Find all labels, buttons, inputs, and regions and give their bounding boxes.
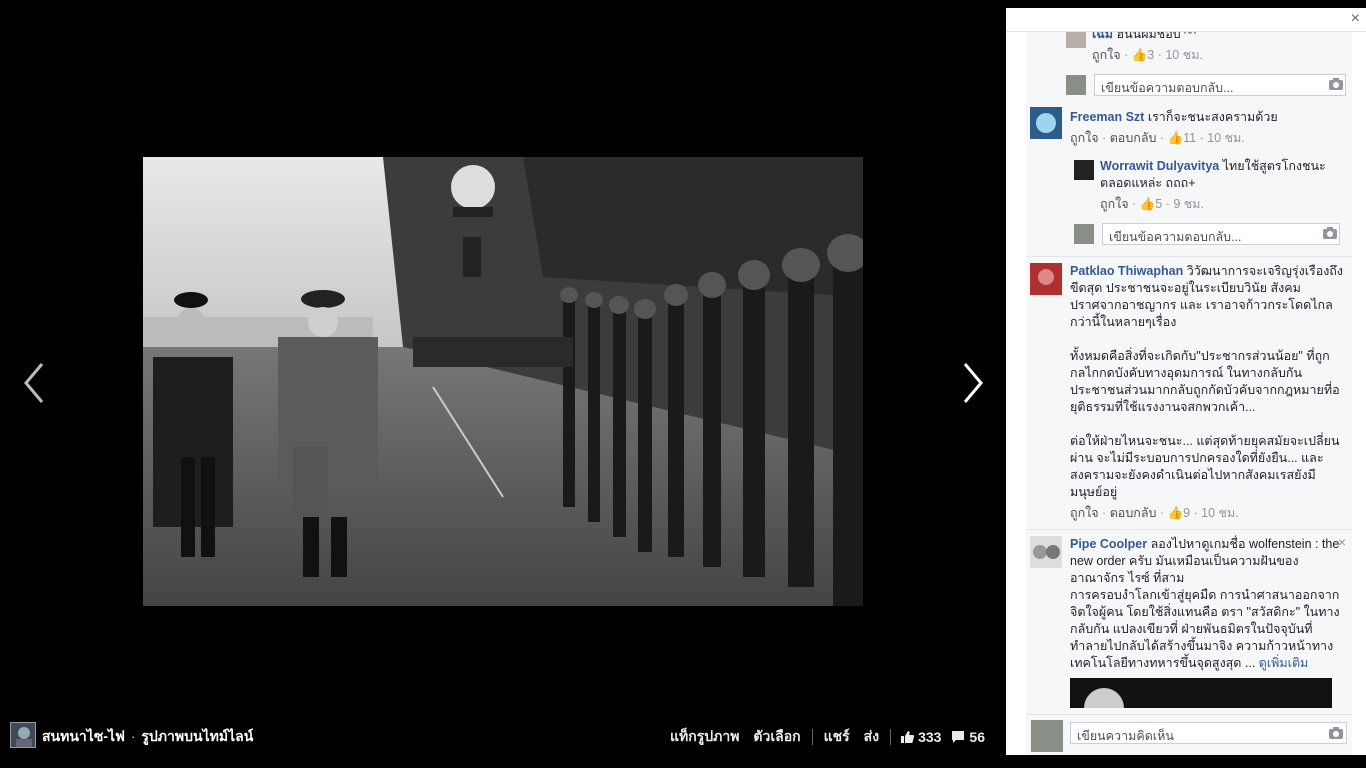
timestamp[interactable]: 10 ชม. [1207, 131, 1245, 145]
panel-header: × [1006, 8, 1366, 32]
reply-item: Worrawit Dulyavitya ไทยใช้สูตรโกงชนะตลอด… [1070, 154, 1346, 218]
comment-paragraph: ทั้งหมดคือสิ่งที่จะเกิดกับ"ประชากรส่วนน้… [1070, 349, 1340, 414]
like-count[interactable]: 11 [1183, 131, 1196, 145]
likes-count[interactable]: 333 [895, 729, 946, 745]
photo-owner-info: สนทนาไซ-ไฟ · รูปภาพบนไทม์ไลน์ [42, 726, 253, 748]
commenter-name[interactable]: Pipe Coolper [1070, 537, 1147, 551]
comments-list[interactable]: เฉิม ฮันนีผมชอบ ^^ ถูกใจ · 👍3 · 10 ชม. เ… [1026, 32, 1352, 714]
commenter-name[interactable]: เฉิม [1092, 32, 1113, 41]
photo-bottom-bar: สนทนาไซ-ไฟ · รูปภาพบนไทม์ไลน์ แท็กรูปภาพ… [0, 715, 1006, 755]
comment-text: ฮันนีผมชอบ ^^ [1113, 32, 1196, 41]
camera-icon[interactable] [1322, 226, 1338, 240]
reply-item: เฉิม ฮันนีผมชอบ ^^ ถูกใจ · 👍3 · 10 ชม. [1062, 32, 1352, 69]
like-count-icon: 👍 [1139, 197, 1156, 211]
comment-input[interactable]: เขียนความคิดเห็น [1070, 722, 1347, 744]
comment-body: Patklao Thiwaphan วิวัฒนาการจะเจริญรุ่งเ… [1070, 263, 1346, 331]
close-icon[interactable]: × [1351, 10, 1360, 28]
viewer-avatar [1066, 75, 1086, 95]
separator: · [130, 728, 136, 744]
camera-icon[interactable] [1328, 726, 1344, 740]
comment-icon [952, 731, 965, 743]
like-link[interactable]: ถูกใจ [1100, 197, 1129, 211]
comment-item: Patklao Thiwaphan วิวัฒนาการจะเจริญรุ่งเ… [1026, 257, 1352, 530]
options-button[interactable]: ตัวเลือก [746, 726, 807, 748]
page-avatar[interactable] [10, 722, 36, 748]
moon-shape [1084, 688, 1124, 708]
comment-body: Pipe Coolper ลองไปหาดูเกมชื่อ wolfenstei… [1070, 536, 1346, 587]
commenter-avatar[interactable] [1030, 107, 1062, 139]
comments-number: 56 [969, 729, 985, 745]
like-count[interactable]: 9 [1183, 506, 1190, 520]
like-link[interactable]: ถูกใจ [1070, 506, 1099, 520]
comment-meta: ถูกใจ · 👍5 · 9 ชม. [1100, 197, 1204, 211]
reply-body: Worrawit Dulyavitya ไทยใช้สูตรโกงชนะตลอด… [1100, 158, 1342, 192]
photo-viewer-stage: สนทนาไซ-ไฟ · รูปภาพบนไทม์ไลน์ แท็กรูปภาพ… [0, 0, 1006, 768]
commenter-name[interactable]: Freeman Szt [1070, 110, 1144, 124]
chevron-left-icon [24, 363, 44, 403]
commenter-name[interactable]: Patklao Thiwaphan [1070, 264, 1183, 278]
like-count-icon: 👍 [1131, 48, 1148, 62]
reply-body: เฉิม ฮันนีผมชอบ ^^ [1092, 32, 1348, 43]
tag-photo-button[interactable]: แท็กรูปภาพ [663, 726, 746, 748]
like-count-icon: 👍 [1167, 506, 1184, 520]
timestamp[interactable]: 10 ชม. [1201, 506, 1239, 520]
next-photo-button[interactable] [953, 358, 993, 408]
divider [890, 729, 892, 745]
comment-item: × Pipe Coolper ลองไปหาดูเกมชื่อ wolfenst… [1026, 530, 1352, 714]
comment-body: Freeman Szt เราก็จะชนะสงครามด้วย [1070, 109, 1346, 126]
reply-composer: เขียนข้อความตอบกลับ... [1062, 73, 1352, 99]
likes-number: 333 [918, 729, 942, 745]
main-photo[interactable] [143, 157, 863, 606]
reply-link[interactable]: ตอบกลับ [1110, 131, 1157, 145]
comments-count[interactable]: 56 [946, 729, 990, 745]
comment-composer: เขียนความคิดเห็น [1026, 714, 1352, 755]
comments-panel: × เฉิม ฮันนีผมชอบ ^^ ถูกใจ · 👍3 · 10 ชม.… [1006, 8, 1366, 755]
reply-composer: เขียนข้อความตอบกลับ... [1070, 222, 1346, 248]
like-count-icon: 👍 [1167, 131, 1184, 145]
comment-meta: ถูกใจ · ตอบกลับ · 👍11 · 10 ชม. [1070, 131, 1245, 145]
camera-icon[interactable] [1328, 77, 1344, 91]
share-button[interactable]: แชร์ [817, 726, 857, 748]
hide-comment-icon[interactable]: × [1338, 534, 1346, 550]
comment-meta: ถูกใจ · ตอบกลับ · 👍9 · 10 ชม. [1070, 506, 1239, 520]
send-button[interactable]: ส่ง [857, 726, 886, 748]
like-count[interactable]: 5 [1155, 197, 1162, 211]
like-link[interactable]: ถูกใจ [1070, 131, 1099, 145]
like-link[interactable]: ถูกใจ [1092, 48, 1121, 62]
photo-actions: แท็กรูปภาพ ตัวเลือก แชร์ ส่ง 333 56 [663, 726, 990, 748]
comment-text: เราก็จะชนะสงครามด้วย [1144, 110, 1278, 124]
like-count[interactable]: 3 [1147, 48, 1154, 62]
thumbs-up-icon [901, 731, 915, 743]
comment-meta: ถูกใจ · 👍3 · 10 ชม. [1092, 48, 1203, 62]
reply-link[interactable]: ตอบกลับ [1110, 506, 1157, 520]
comment-paragraph: ต่อให้ฝ่ายไหนจะชนะ... แต่สุดท้ายยุคสมัยจ… [1070, 434, 1340, 499]
commenter-name[interactable]: Worrawit Dulyavitya [1100, 159, 1219, 173]
chevron-right-icon [963, 363, 983, 403]
reply-input[interactable]: เขียนข้อความตอบกลับ... [1094, 74, 1346, 96]
page-name-link[interactable]: สนทนาไซ-ไฟ [42, 728, 125, 744]
divider [811, 729, 813, 745]
timestamp[interactable]: 9 ชม. [1173, 197, 1204, 211]
album-link[interactable]: รูปภาพบนไทม์ไลน์ [141, 728, 253, 744]
commenter-avatar[interactable] [1066, 32, 1086, 48]
previous-photo-button[interactable] [14, 358, 54, 408]
commenter-avatar[interactable] [1074, 160, 1094, 180]
comment-paragraph: การครอบงำโลกเข้าสู่ยุคมืด การนำศาสนาออกจ… [1070, 587, 1346, 672]
viewer-avatar [1031, 720, 1063, 752]
reply-input[interactable]: เขียนข้อความตอบกลับ... [1102, 223, 1340, 245]
commenter-avatar[interactable] [1030, 263, 1062, 295]
commenter-avatar[interactable] [1030, 536, 1062, 568]
comment-item: Freeman Szt เราก็จะชนะสงครามด้วย ถูกใจ ·… [1026, 101, 1352, 257]
see-more-link[interactable]: ดูเพิ่มเติม [1259, 656, 1309, 670]
comment-attachment-image[interactable] [1070, 678, 1332, 708]
viewer-avatar [1074, 224, 1094, 244]
timestamp[interactable]: 10 ชม. [1165, 48, 1203, 62]
